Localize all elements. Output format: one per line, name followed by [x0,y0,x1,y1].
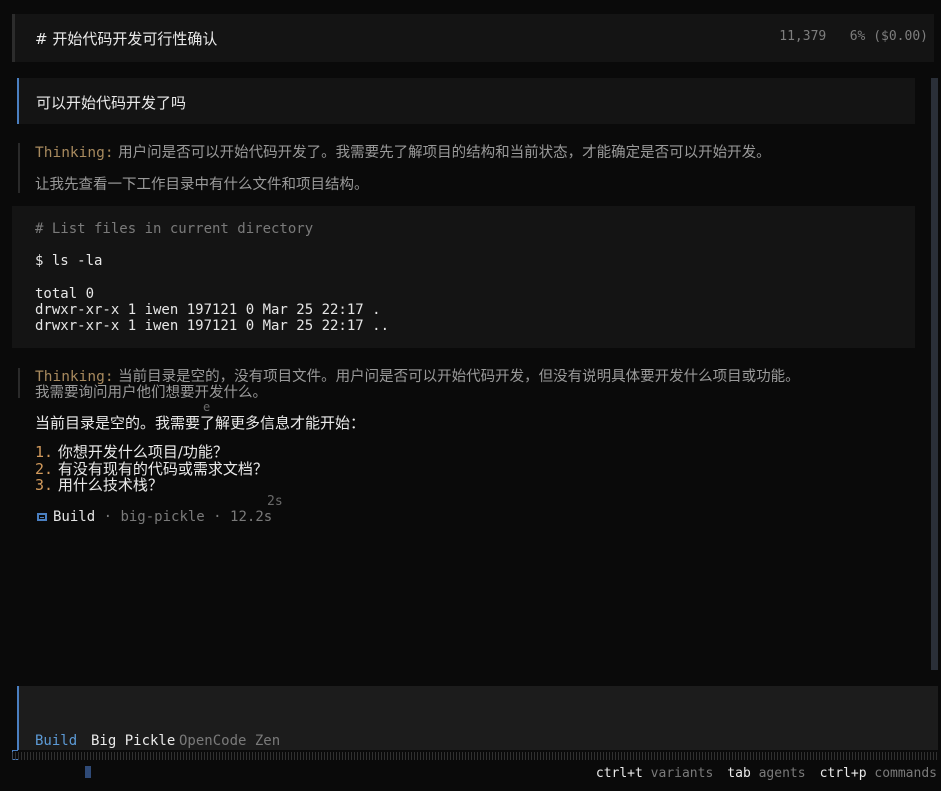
shortcut-agents[interactable]: tab agents [727,766,805,781]
shortcut-bar: ctrl+t variants tab agents ctrl+p commands [596,766,937,781]
assistant-answer: 当前目录是空的。我需要了解更多信息才能开始： [35,414,366,432]
list-item: 2. 有没有现有的代码或需求文档？ [35,459,268,478]
separator: · [95,509,121,525]
list-item: 1. 你想开发什么项目/功能？ [35,444,268,461]
thinking-text: 用户问是否可以开始代码开发了。我需要先了解项目的结构和当前状态，才能确定是否可以… [113,145,771,161]
thinking-text: 我需要询问用户他们想要开发什么。 [35,385,267,401]
provider-name: OpenCode Zen [179,733,281,749]
session-title: # 开始代码开发可行性确认 [35,30,218,48]
model-name[interactable]: Big Pickle [91,733,175,749]
shortcut-desc: variants [642,766,714,781]
build-agent: Build [53,509,96,525]
shortcut-desc: commands [866,766,937,781]
thinking-block: Thinking: 用户问是否可以开始代码开发了。我需要先了解项目的结构和当前状… [35,141,771,162]
thinking-label: Thinking: [35,145,114,161]
shortcut-key: tab [727,766,751,781]
thinking-text: 让我先查看一下工作目录中有什么文件和项目结构。 [35,177,369,193]
list-number: 3. [35,476,54,494]
scrollbar[interactable] [931,78,938,670]
list-text: 用什么技术栈？ [53,476,163,494]
user-message: 可以开始代码开发了吗 [17,78,915,124]
build-model: big-pickle [120,509,205,525]
build-duration: 12.2s [230,509,273,525]
tool-description: # List files in current directory [35,221,314,237]
shortcut-commands[interactable]: ctrl+p commands [820,766,937,781]
token-count: 11,379 [779,29,827,44]
list-text: 有没有现有的代码或需求文档？ [53,459,268,478]
list-item: 3. 用什么技术栈？ [35,477,268,494]
thinking-bar [18,368,20,398]
shortcut-variants[interactable]: ctrl+t variants [596,766,713,781]
tool-command: $ ls -la [35,253,103,269]
shortcut-desc: agents [750,766,806,781]
session-header: # 开始代码开发可行性确认 11,379 6% ($0.00) [12,14,934,62]
list-number: 2. [35,459,54,478]
token-usage: 11,379 6% ($0.00) [779,29,928,44]
list-number: 1. [35,443,54,461]
build-icon [37,513,47,521]
shortcut-key: ctrl+t [595,766,643,781]
user-message-text: 可以开始代码开发了吗 [36,94,187,112]
tool-output: total 0 drwxr-xr-x 1 iwen 197121 0 Mar 2… [35,286,390,334]
render-artifact-time: 2s [267,494,283,509]
context-cost: 6% ($0.00) [849,29,928,44]
input-bottom-border [12,752,938,760]
separator: · [204,509,231,525]
agent-selector[interactable]: Build [35,733,77,749]
question-list: 1. 你想开发什么项目/功能？ 2. 有没有现有的代码或需求文档？ 3. 用什么… [35,444,268,494]
list-text: 你想开发什么项目/功能？ [53,443,228,461]
text-cursor [85,766,91,778]
prompt-input[interactable]: Build Big Pickle OpenCode Zen [17,686,938,750]
tool-call-block: # List files in current directory $ ls -… [12,206,915,348]
thinking-bar [18,143,20,193]
build-status: Build · big-pickle · 12.2s [37,509,272,525]
shortcut-key: ctrl+p [819,766,867,781]
